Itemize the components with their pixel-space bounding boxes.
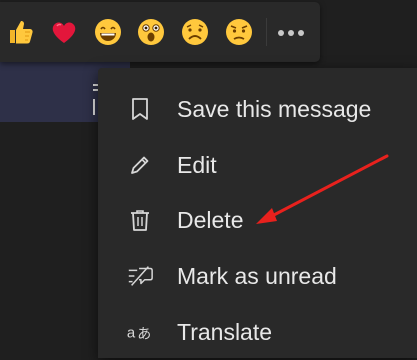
- more-options-button[interactable]: [274, 20, 308, 46]
- menu-item-label: Edit: [177, 152, 217, 178]
- menu-item-label: Delete: [177, 207, 244, 233]
- menu-item-label: Mark as unread: [177, 263, 337, 289]
- menu-item-label: Save this message: [177, 96, 372, 122]
- mark-unread-icon: [126, 262, 154, 290]
- message-context-menu: Save this message Edit Delete Mark as un…: [98, 68, 417, 358]
- bookmark-icon: [126, 95, 154, 123]
- pencil-icon: [126, 151, 154, 179]
- heart-icon[interactable]: [48, 16, 80, 48]
- reaction-bar-divider: [266, 18, 267, 46]
- svg-text:a: a: [127, 325, 136, 342]
- thumbs-up-icon[interactable]: [5, 16, 37, 48]
- trash-icon: [126, 206, 154, 234]
- svg-text:あ: あ: [137, 327, 151, 343]
- menu-item-delete[interactable]: Delete: [98, 192, 417, 248]
- menu-item-mark-unread[interactable]: Mark as unread: [98, 248, 417, 304]
- menu-item-save-message[interactable]: Save this message: [98, 81, 417, 137]
- sad-emoji-icon[interactable]: [179, 16, 211, 48]
- reaction-bar: [0, 2, 320, 62]
- more-options-icon: [278, 30, 304, 36]
- background-panel: [320, 0, 417, 68]
- menu-item-label: Translate: [177, 319, 273, 345]
- surprised-emoji-icon[interactable]: [135, 16, 167, 48]
- angry-emoji-icon[interactable]: [223, 16, 255, 48]
- menu-item-edit[interactable]: Edit: [98, 137, 417, 193]
- laugh-emoji-icon[interactable]: [92, 16, 124, 48]
- translate-icon: a あ: [126, 318, 154, 346]
- menu-item-translate[interactable]: a あ Translate: [98, 304, 417, 360]
